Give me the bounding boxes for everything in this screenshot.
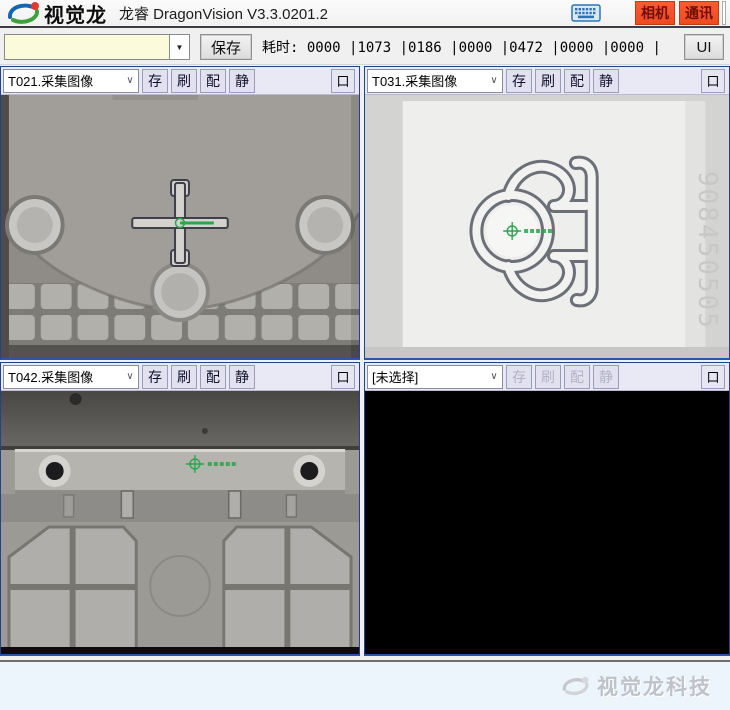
source-select-unselected[interactable]: [未选择] ∨ [367, 365, 503, 389]
save-button[interactable]: 保存 [200, 34, 252, 60]
save-image-button-disabled: 存 [506, 365, 532, 389]
static-button[interactable]: 静 [229, 365, 255, 389]
serial-number-overlay: 908450505 [692, 171, 722, 330]
popup-window-button[interactable]: 口 [701, 365, 725, 389]
camera-panel-t021: T021.采集图像 ∨ 存 刷 配 静 口 [0, 66, 360, 360]
save-image-button[interactable]: 存 [142, 365, 168, 389]
status-bar: 视觉龙科技 [0, 660, 730, 710]
save-image-button[interactable]: 存 [142, 69, 168, 93]
refresh-button[interactable]: 刷 [171, 365, 197, 389]
camera-image-t042[interactable] [1, 391, 359, 654]
source-select-t042[interactable]: T042.采集图像 ∨ [3, 365, 139, 389]
camera-image-empty[interactable] [365, 391, 729, 654]
panel-header: [未选择] ∨ 存 刷 配 静 口 [365, 363, 729, 391]
source-select-label: T031.采集图像 [368, 71, 486, 90]
camera-image-t021[interactable] [1, 95, 359, 358]
refresh-button[interactable]: 刷 [171, 69, 197, 93]
chevron-down-icon: ∨ [486, 371, 502, 382]
recipe-value[interactable] [4, 34, 170, 60]
watermark: 视觉龙科技 [561, 671, 712, 701]
watermark-logo-icon [561, 675, 591, 697]
camera-panel-unselected: [未选择] ∨ 存 刷 配 静 口 [364, 362, 730, 656]
dragonvision-logo-icon [6, 1, 42, 25]
recipe-combobox[interactable]: ▼ [4, 34, 190, 60]
source-select-label: T021.采集图像 [4, 71, 122, 90]
comm-button[interactable]: 通讯 [679, 1, 719, 25]
config-button[interactable]: 配 [564, 69, 590, 93]
popup-window-button[interactable]: 口 [701, 69, 725, 93]
refresh-button-disabled: 刷 [535, 365, 561, 389]
recipe-dropdown-arrow-icon[interactable]: ▼ [170, 34, 190, 60]
elapsed-time-readout: 耗时: 0000 |1073 |0186 |0000 |0472 |0000 |… [262, 37, 661, 57]
main-toolbar: ▼ 保存 耗时: 0000 |1073 |0186 |0000 |0472 |0… [0, 30, 730, 65]
source-select-label: T042.采集图像 [4, 367, 122, 386]
config-button-disabled: 配 [564, 365, 590, 389]
static-button[interactable]: 静 [229, 69, 255, 93]
panel-header: T021.采集图像 ∨ 存 刷 配 静 口 [1, 67, 359, 95]
source-select-t021[interactable]: T021.采集图像 ∨ [3, 69, 139, 93]
save-image-button[interactable]: 存 [506, 69, 532, 93]
camera-button[interactable]: 相机 [635, 1, 675, 25]
source-select-label: [未选择] [368, 367, 486, 386]
titlebar-edge-button[interactable] [722, 1, 726, 25]
config-button[interactable]: 配 [200, 365, 226, 389]
source-select-t031[interactable]: T031.采集图像 ∨ [367, 69, 503, 93]
config-button[interactable]: 配 [200, 69, 226, 93]
app-title: 龙睿 DragonVision V3.3.0201.2 [119, 3, 328, 24]
camera-panel-t031: T031.采集图像 ∨ 存 刷 配 静 口 [364, 66, 730, 360]
static-button[interactable]: 静 [593, 69, 619, 93]
chevron-down-icon: ∨ [122, 75, 138, 86]
camera-panel-t042: T042.采集图像 ∨ 存 刷 配 静 口 [0, 362, 360, 656]
chevron-down-icon: ∨ [122, 371, 138, 382]
ui-button[interactable]: UI [684, 34, 724, 60]
chevron-down-icon: ∨ [486, 75, 502, 86]
camera-image-t031[interactable]: 908450505 [365, 95, 729, 358]
title-bar: 视觉龙 龙睿 DragonVision V3.3.0201.2 相机 通讯 [0, 0, 730, 28]
popup-window-button[interactable]: 口 [331, 69, 355, 93]
static-button-disabled: 静 [593, 365, 619, 389]
keyboard-icon[interactable] [571, 3, 601, 23]
refresh-button[interactable]: 刷 [535, 69, 561, 93]
brand-name: 视觉龙 [44, 0, 107, 28]
watermark-text: 视觉龙科技 [597, 671, 712, 701]
panel-header: T031.采集图像 ∨ 存 刷 配 静 口 [365, 67, 729, 95]
popup-window-button[interactable]: 口 [331, 365, 355, 389]
panel-header: T042.采集图像 ∨ 存 刷 配 静 口 [1, 363, 359, 391]
